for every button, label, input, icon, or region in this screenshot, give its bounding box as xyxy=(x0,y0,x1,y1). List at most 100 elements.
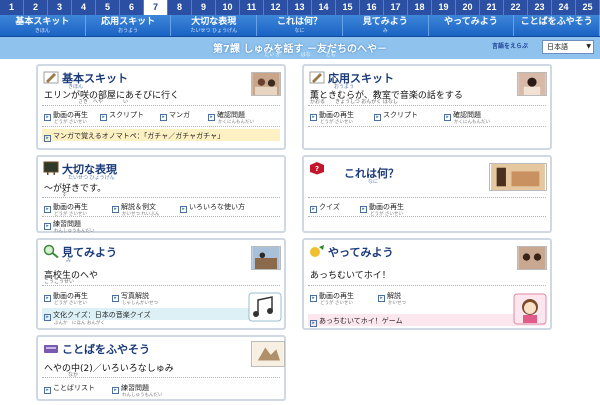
card-title[interactable]: ことばをふやそう xyxy=(62,341,150,357)
section-tab-ruby: おうよう xyxy=(118,28,139,34)
section-tab-3[interactable]: これは何？ なに xyxy=(257,15,343,36)
section-tab-label: これは何？ xyxy=(277,17,323,27)
lesson-tab-2[interactable]: 2 xyxy=(24,0,48,15)
lesson-tab-13[interactable]: 13 xyxy=(288,0,312,15)
divider xyxy=(42,126,280,127)
lesson-tab-15[interactable]: 15 xyxy=(336,0,360,15)
script-link[interactable]: ▸ スクリプト xyxy=(374,110,418,121)
section-tab-2[interactable]: 大切な表現 たいせつ ひょうげん xyxy=(171,15,258,36)
lesson-tab-1[interactable]: 1 xyxy=(0,0,24,15)
quiz-link[interactable]: ▸ クイズ xyxy=(310,202,340,213)
script-link[interactable]: ▸ スクリプト xyxy=(100,110,144,121)
lesson-tab-22[interactable]: 22 xyxy=(504,0,528,15)
magnifier-icon xyxy=(43,244,59,258)
link-ruby: れんしゅうもんだい xyxy=(122,393,163,398)
play-icon: ▸ xyxy=(310,295,317,302)
link-ruby: どうが さいせい xyxy=(54,120,87,125)
play-icon: ▸ xyxy=(180,206,187,213)
lesson-tab-23[interactable]: 23 xyxy=(528,0,552,15)
lesson-tab-17[interactable]: 17 xyxy=(384,0,408,15)
language-select[interactable]: 日本語 ▼ xyxy=(542,40,594,54)
manga-link[interactable]: ▸ マンガ xyxy=(160,110,190,121)
play-icon: ▸ xyxy=(444,114,451,121)
girl-avatar[interactable] xyxy=(513,293,547,325)
section-tab-0[interactable]: 基本スキット きほん xyxy=(0,15,86,36)
lesson-tab-3[interactable]: 3 xyxy=(48,0,72,15)
lesson-tab-24[interactable]: 24 xyxy=(552,0,576,15)
lesson-tab-4[interactable]: 4 xyxy=(72,0,96,15)
link-ruby: かくにんもんだい xyxy=(218,120,254,125)
link-ruby: かいせつ xyxy=(388,301,406,306)
link-ruby: どうが さいせい xyxy=(320,120,353,125)
pencil-icon xyxy=(43,71,59,84)
section-tab-5[interactable]: やってみよう xyxy=(429,15,515,36)
music-note-icon xyxy=(248,292,282,322)
card-kotoba: ことばをふやそう へやの中(2)／いろいろなしゅみ なか ▸ ことばリスト ▸ 練習… xyxy=(36,335,286,401)
card-title-ruby: み xyxy=(66,258,72,264)
lesson-tab-19[interactable]: 19 xyxy=(432,0,456,15)
room-items-thumbnail[interactable] xyxy=(251,341,285,367)
lesson-tab-21[interactable]: 21 xyxy=(480,0,504,15)
play-icon: ▸ xyxy=(44,223,51,230)
lesson-tab-11[interactable]: 11 xyxy=(240,0,264,15)
card-subtitle: へやの中(2)／いろいろなしゅみ xyxy=(44,364,174,374)
card-title[interactable]: やってみよう xyxy=(328,244,393,260)
onomatopoeia-link[interactable]: ▸ マンガで覚えるオノマトペ：「ガチャ／ガチャガチャ」 xyxy=(44,131,224,142)
lesson-tab-5[interactable]: 5 xyxy=(96,0,120,15)
divider xyxy=(308,126,546,127)
page-title-ruby: だい か はな とも xyxy=(264,52,336,58)
skit-thumbnail[interactable] xyxy=(251,72,281,96)
section-tab-label: 基本スキット xyxy=(15,17,70,27)
play-icon: ▸ xyxy=(100,114,107,121)
lesson-tab-7[interactable]: 7 xyxy=(144,0,168,15)
link-ruby: れんしゅうもんだい xyxy=(54,229,95,234)
word-list-link[interactable]: ▸ ことばリスト xyxy=(44,383,95,394)
lesson-tab-18[interactable]: 18 xyxy=(408,0,432,15)
lesson-tab-8[interactable]: 8 xyxy=(168,0,192,15)
link-ruby: ぶんか にほん おんがく xyxy=(54,321,105,326)
skit-thumbnail[interactable] xyxy=(517,72,547,96)
lesson-tab-20[interactable]: 20 xyxy=(456,0,480,15)
section-tab-6[interactable]: ことばをふやそう xyxy=(514,15,600,36)
divider xyxy=(42,197,280,198)
divider xyxy=(42,285,280,286)
usage-link[interactable]: ▸ いろいろな使い方 xyxy=(180,202,245,213)
room-thumbnail[interactable] xyxy=(251,246,281,270)
card-title-ruby: たいせつ ひょうげん xyxy=(68,175,115,181)
section-tab-1[interactable]: 応用スキット おうよう xyxy=(86,15,172,36)
divider xyxy=(308,285,546,286)
object-thumbnail[interactable] xyxy=(489,163,547,191)
card-mitemiyou: 見てみよう み 高校生のへや こうこうせい ▸ 動画の再生 ▸ 写真解説 どうが さ… xyxy=(36,238,286,330)
lesson-tab-9[interactable]: 9 xyxy=(192,0,216,15)
card-yattemiyou: やってみよう あっちむいてホイ！ ▸ 動画の再生 ▸ 解説 どうが さいせい かいせ… xyxy=(302,238,552,330)
play-icon: ▸ xyxy=(44,206,51,213)
play-icon: ▸ xyxy=(360,206,367,213)
play-icon: ▸ xyxy=(310,206,317,213)
svg-text:?: ? xyxy=(315,165,319,173)
section-tab-4[interactable]: 見てみようみ xyxy=(343,15,429,36)
play-icon: ▸ xyxy=(112,295,119,302)
lesson-tab-10[interactable]: 10 xyxy=(216,0,240,15)
play-icon: ▸ xyxy=(44,387,51,394)
lesson-tab-12[interactable]: 12 xyxy=(264,0,288,15)
section-tab-ruby: たいせつ ひょうげん xyxy=(190,28,238,34)
card-subtitle: あっちむいてホイ！ xyxy=(310,271,391,281)
link-ruby: かくにんもんだい xyxy=(454,120,490,125)
link-ruby: どうが さいせい xyxy=(320,301,353,306)
game-thumbnail[interactable] xyxy=(517,246,547,270)
language-label: 言語をえらぶ xyxy=(492,43,529,50)
play-icon: ▸ xyxy=(112,206,119,213)
lesson-tab-16[interactable]: 16 xyxy=(360,0,384,15)
play-icon: ▸ xyxy=(310,114,317,121)
lesson-tab-25[interactable]: 25 xyxy=(576,0,600,15)
link-ruby: しゃしんかいせつ xyxy=(122,301,158,306)
language-value: 日本語 xyxy=(547,43,568,51)
lesson-tab-6[interactable]: 6 xyxy=(120,0,144,15)
lesson-tab-14[interactable]: 14 xyxy=(312,0,336,15)
card-kihon-skit: 基本スキット きほん エリンが咲の部屋にあそびに行く さき へや い ▸ 動画の再… xyxy=(36,64,286,150)
play-icon: ▸ xyxy=(44,135,51,142)
link-ruby: どうが さいせい xyxy=(54,301,87,306)
card-korewa-nani: ? これは何？ なに ▸ クイズ ▸ 動画の再生 どうが さいせい xyxy=(302,155,552,233)
game-link[interactable]: ▸ あっちむいてホイ！ゲーム xyxy=(310,316,403,327)
divider xyxy=(42,105,280,106)
